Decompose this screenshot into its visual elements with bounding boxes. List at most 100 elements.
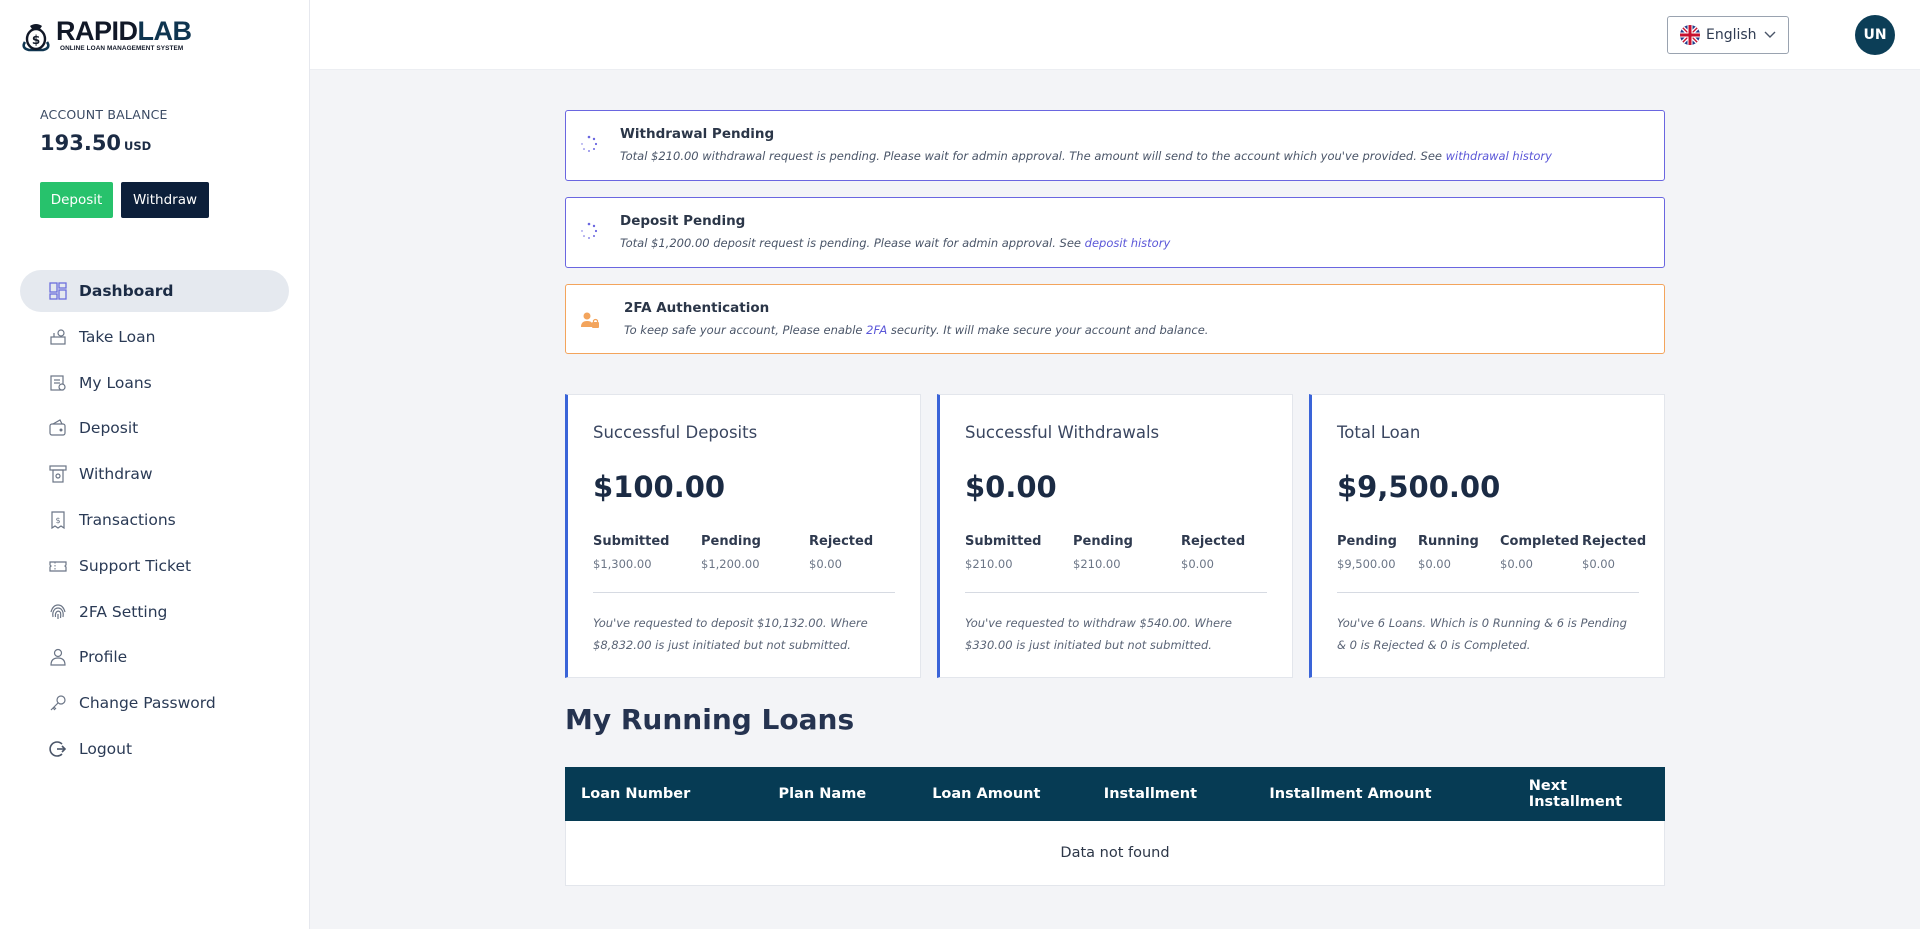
stat-label: Submitted <box>593 534 670 549</box>
deposit-icon <box>49 419 67 437</box>
deposit-button[interactable]: Deposit <box>40 182 113 218</box>
sidebar-item-transactions[interactable]: $ Transactions <box>20 499 289 541</box>
stat-submitted: Submitted $210.00 <box>965 534 1073 571</box>
card-amount: $9,500.00 <box>1337 470 1501 504</box>
alert-title: Withdrawal Pending <box>620 126 775 142</box>
withdraw-button[interactable]: Withdraw <box>121 182 209 218</box>
balance-currency: USD <box>124 139 152 153</box>
card-stats: Submitted $210.00 Pending $210.00 Rejected… <box>965 534 1289 571</box>
money-bag-icon: $ <box>19 18 53 52</box>
top-header: English UN <box>310 0 1920 70</box>
column-header[interactable]: Plan Name <box>779 786 933 802</box>
uk-flag-icon <box>1680 25 1700 45</box>
alert-text: Total $210.00 withdrawal request is pend… <box>620 149 1552 163</box>
fingerprint-icon <box>49 603 67 621</box>
balance-amount: 193.50 <box>40 131 122 155</box>
stat-value: $210.00 <box>965 557 1013 571</box>
column-header[interactable]: Loan Number <box>581 786 779 802</box>
stat-value: $0.00 <box>1181 557 1214 571</box>
stat-rejected: Rejected $0.00 <box>1181 534 1289 571</box>
my-loans-icon <box>49 374 67 392</box>
svg-text:$: $ <box>32 33 40 47</box>
card-note: You've 6 Loans. Which is 0 Running & 6 i… <box>1337 616 1627 652</box>
sidebar-item-my-loans[interactable]: My Loans <box>20 362 289 404</box>
withdraw-icon <box>49 465 67 483</box>
language-selector[interactable]: English <box>1667 16 1789 54</box>
card-note: You've requested to withdraw $540.00. Wh… <box>965 616 1232 652</box>
stat-label: Pending <box>1073 534 1133 549</box>
user-lock-icon <box>581 311 599 329</box>
column-header[interactable]: Next Installment <box>1529 778 1665 810</box>
spinner-icon <box>580 135 598 153</box>
running-loans-title: My Running Loans <box>565 703 855 736</box>
stat-label: Rejected <box>809 534 874 549</box>
card-amount: $100.00 <box>593 470 726 504</box>
stat-label: Submitted <box>965 534 1042 549</box>
card-amount: $0.00 <box>965 470 1057 504</box>
alert-message: Total $210.00 withdrawal request is pend… <box>620 149 1446 163</box>
sidebar-item-label: Withdraw <box>79 465 153 484</box>
sidebar-item-dashboard[interactable]: Dashboard <box>20 270 289 312</box>
stat-completed: Completed $0.00 <box>1500 534 1582 571</box>
stat-running: Running $0.00 <box>1418 534 1500 571</box>
brand-tagline: ONLINE LOAN MANAGEMENT SYSTEM <box>60 45 184 52</box>
sidebar-item-withdraw[interactable]: Withdraw <box>20 453 289 495</box>
stat-submitted: Submitted $1,300.00 <box>593 534 701 571</box>
sidebar-item-label: Dashboard <box>79 282 174 300</box>
sidebar-item-profile[interactable]: Profile <box>20 636 289 678</box>
divider <box>965 592 1267 593</box>
logout-icon <box>49 740 67 758</box>
empty-table-row: Data not found <box>565 821 1665 886</box>
stat-rejected: Rejected $0.00 <box>1582 534 1652 571</box>
stat-value: $1,200.00 <box>701 557 760 571</box>
brand-name-part1: RAPID <box>56 16 138 46</box>
sidebar-item-label: Deposit <box>79 419 139 438</box>
stat-label: Pending <box>701 534 761 549</box>
column-header[interactable]: Loan Amount <box>932 786 1104 802</box>
stat-pending: Pending $210.00 <box>1073 534 1181 571</box>
brand-logo[interactable]: $ RAPIDLAB ONLINE LOAN MANAGEMENT SYSTEM <box>19 18 192 52</box>
sidebar-item-label: Support Ticket <box>79 556 192 575</box>
deposit-history-link[interactable]: deposit history <box>1085 236 1171 250</box>
sidebar-item-support-ticket[interactable]: Support Ticket <box>20 545 289 587</box>
column-header[interactable]: Installment Amount <box>1269 786 1528 802</box>
divider <box>593 592 895 593</box>
stat-label: Pending <box>1337 534 1397 549</box>
twofa-link[interactable]: 2FA <box>866 323 887 337</box>
alert-title: 2FA Authentication <box>624 300 770 316</box>
sidebar-item-logout[interactable]: Logout <box>20 728 289 770</box>
alert-text: Total $1,200.00 deposit request is pendi… <box>620 236 1170 250</box>
successful-deposits-card: Successful Deposits $100.00 Submitted $1,… <box>565 394 921 678</box>
withdrawal-history-link[interactable]: withdrawal history <box>1446 149 1552 163</box>
sidebar-item-label: Transactions <box>79 510 176 529</box>
column-header[interactable]: Installment <box>1104 786 1270 802</box>
alert-message: Total $1,200.00 deposit request is pendi… <box>620 236 1085 250</box>
dashboard-icon <box>49 282 67 300</box>
sidebar-item-2fa-setting[interactable]: 2FA Setting <box>20 591 289 633</box>
stat-value: $0.00 <box>1500 557 1533 571</box>
key-icon <box>49 694 67 712</box>
twofa-alert: 2FA Authentication To keep safe your acc… <box>565 284 1665 354</box>
alert-text: To keep safe your account, Please enable… <box>624 323 1208 337</box>
card-stats: Submitted $1,300.00 Pending $1,200.00 Reje… <box>593 534 917 571</box>
sidebar-item-take-loan[interactable]: Take Loan <box>20 316 289 358</box>
support-ticket-icon <box>49 557 67 575</box>
withdrawal-pending-alert: Withdrawal Pending Total $210.00 withdra… <box>565 110 1665 181</box>
sidebar-item-deposit[interactable]: Deposit <box>20 407 289 449</box>
stat-value: $0.00 <box>1418 557 1451 571</box>
stat-label: Rejected <box>1181 534 1246 549</box>
svg-text:$: $ <box>55 516 60 525</box>
stat-value: $210.00 <box>1073 557 1121 571</box>
balance-value: 193.50 USD <box>40 131 151 155</box>
spinner-icon <box>580 222 598 240</box>
sidebar-item-label: Change Password <box>79 694 216 713</box>
language-label: English <box>1706 27 1757 43</box>
avatar[interactable]: UN <box>1855 15 1895 55</box>
card-title: Total Loan <box>1337 423 1421 442</box>
user-icon <box>49 648 67 666</box>
table-header: Loan Number Plan Name Loan Amount Instal… <box>565 767 1665 821</box>
brand-name-part2: LAB <box>137 16 193 46</box>
stat-pending: Pending $1,200.00 <box>701 534 809 571</box>
sidebar-item-change-password[interactable]: Change Password <box>20 682 289 724</box>
deposit-pending-alert: Deposit Pending Total $1,200.00 deposit … <box>565 197 1665 268</box>
